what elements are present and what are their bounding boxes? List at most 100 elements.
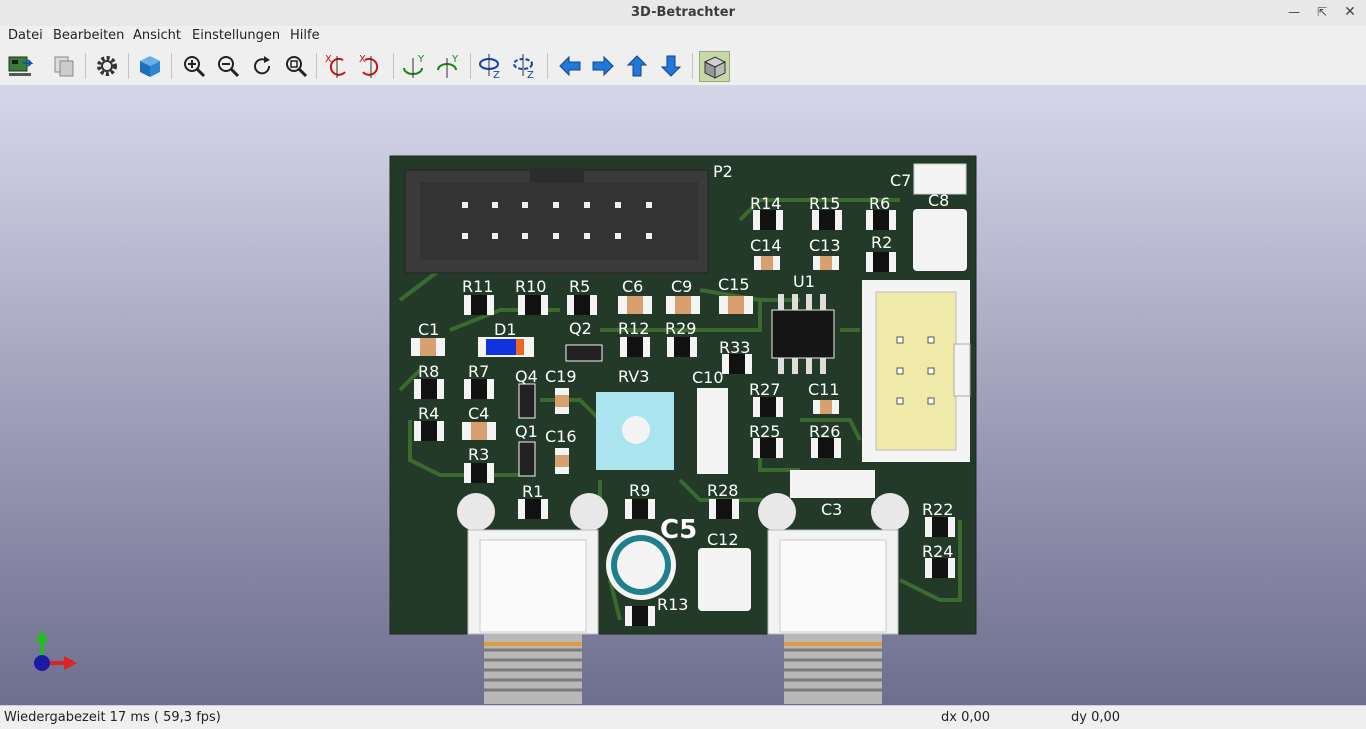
label-c15: C15 bbox=[718, 275, 750, 294]
menu-ansicht[interactable]: Ansicht bbox=[133, 28, 181, 43]
label-r33: R33 bbox=[719, 338, 750, 357]
capacitor-c12 bbox=[698, 548, 751, 611]
transistor-q1 bbox=[518, 441, 536, 477]
move-up-button[interactable] bbox=[622, 51, 652, 81]
toolbar-separator bbox=[128, 53, 129, 79]
label-c13: C13 bbox=[809, 236, 841, 255]
capacitor-c7 bbox=[913, 163, 967, 195]
rotate-y-cw-button[interactable]: Y bbox=[399, 51, 429, 81]
zoom-fit-button[interactable] bbox=[281, 51, 311, 81]
label-c6: C6 bbox=[622, 277, 643, 296]
raytrace-button[interactable] bbox=[135, 51, 165, 81]
dy-status: dy 0,00 bbox=[1071, 710, 1121, 725]
label-c3: C3 bbox=[821, 500, 842, 519]
settings-button[interactable] bbox=[92, 51, 122, 81]
label-c5: C5 bbox=[660, 515, 697, 545]
svg-text:Z: Z bbox=[493, 70, 500, 80]
label-r11: R11 bbox=[462, 277, 493, 296]
capacitor-c5-top bbox=[617, 541, 665, 589]
label-r14: R14 bbox=[750, 194, 781, 213]
cube-outline-icon bbox=[703, 55, 726, 79]
label-r1: R1 bbox=[522, 482, 543, 501]
label-r26: R26 bbox=[809, 422, 840, 441]
toolbar-separator bbox=[316, 53, 317, 79]
arrow-down-icon bbox=[660, 55, 682, 77]
copy-image-button[interactable] bbox=[49, 51, 79, 81]
move-down-button[interactable] bbox=[656, 51, 686, 81]
toolbar-separator bbox=[470, 53, 471, 79]
close-button[interactable]: ✕ bbox=[1340, 3, 1360, 21]
axis-gizmo bbox=[34, 630, 77, 671]
label-p2: P2 bbox=[713, 162, 733, 181]
arrow-up-icon bbox=[626, 55, 648, 77]
isp-header-key bbox=[953, 343, 971, 397]
menu-hilfe[interactable]: Hilfe bbox=[290, 28, 320, 43]
board-refresh-icon bbox=[8, 56, 33, 76]
label-q1: Q1 bbox=[515, 422, 538, 441]
label-r15: R15 bbox=[809, 194, 840, 213]
label-c1: C1 bbox=[418, 320, 439, 339]
zoom-out-icon bbox=[218, 56, 240, 78]
svg-text:Y: Y bbox=[417, 54, 425, 65]
rotate-z-cw-button[interactable]: Z bbox=[476, 51, 506, 81]
label-r5: R5 bbox=[569, 277, 590, 296]
minimize-button[interactable]: — bbox=[1284, 3, 1304, 21]
reload-board-button[interactable] bbox=[5, 51, 35, 81]
label-r27: R27 bbox=[749, 380, 780, 399]
maximize-button[interactable]: ⇱ bbox=[1312, 3, 1332, 21]
pcb-render: P2 C7 C8 R14 R15 R6 C14 C13 R2 R11 R10 R… bbox=[34, 155, 977, 704]
trimmer-rv3-knob bbox=[622, 416, 650, 444]
toolbar: X X Y Y Z Z bbox=[0, 47, 1366, 86]
zoom-in-icon bbox=[184, 56, 206, 78]
zoom-fit-icon bbox=[286, 56, 308, 78]
refresh-icon bbox=[254, 56, 271, 75]
label-rv3: RV3 bbox=[618, 367, 649, 386]
toolbar-separator bbox=[547, 53, 548, 79]
cube-icon bbox=[140, 56, 160, 77]
svg-text:Y: Y bbox=[451, 54, 459, 65]
redraw-button[interactable] bbox=[247, 51, 277, 81]
svg-text:Z: Z bbox=[527, 70, 534, 80]
rotate-y-ccw-button[interactable]: Y bbox=[433, 51, 463, 81]
gear-icon bbox=[97, 56, 117, 76]
arrow-right-icon bbox=[592, 55, 614, 77]
zoom-in-button[interactable] bbox=[179, 51, 209, 81]
label-c14: C14 bbox=[750, 236, 782, 255]
label-r29: R29 bbox=[665, 319, 696, 338]
isp-header-shroud bbox=[875, 291, 957, 451]
rotate-z-icon: Z bbox=[513, 54, 534, 80]
label-u1: U1 bbox=[793, 272, 815, 291]
menu-bar: Datei Bearbeiten Ansicht Einstellungen H… bbox=[0, 26, 1366, 47]
label-r12: R12 bbox=[618, 319, 649, 338]
label-r10: R10 bbox=[515, 277, 546, 296]
window-title: 3D-Betrachter bbox=[631, 5, 735, 20]
3d-viewport[interactable]: P2 C7 C8 R14 R15 R6 C14 C13 R2 R11 R10 R… bbox=[0, 85, 1366, 705]
label-r3: R3 bbox=[468, 445, 489, 464]
zoom-out-button[interactable] bbox=[213, 51, 243, 81]
rotate-x-icon: X bbox=[325, 54, 346, 78]
label-c16: C16 bbox=[545, 427, 577, 446]
label-r9: R9 bbox=[629, 481, 650, 500]
rotate-z-ccw-button[interactable]: Z bbox=[510, 51, 540, 81]
menu-datei[interactable]: Datei bbox=[8, 28, 43, 43]
ortho-toggle-button[interactable] bbox=[699, 51, 730, 82]
menu-bearbeiten[interactable]: Bearbeiten bbox=[53, 28, 124, 43]
label-r25: R25 bbox=[749, 422, 780, 441]
label-c8: C8 bbox=[928, 191, 949, 210]
move-left-button[interactable] bbox=[555, 51, 585, 81]
toolbar-separator bbox=[393, 53, 394, 79]
rotate-x-cw-button[interactable]: X bbox=[322, 51, 352, 81]
diode-d1-body bbox=[486, 339, 516, 355]
label-q4: Q4 bbox=[515, 367, 538, 386]
toolbar-separator bbox=[692, 53, 693, 79]
label-c10: C10 bbox=[692, 368, 724, 387]
rotate-y-icon: Y bbox=[437, 54, 459, 78]
move-right-button[interactable] bbox=[588, 51, 618, 81]
label-c12: C12 bbox=[707, 530, 739, 549]
rotate-x-ccw-button[interactable]: X bbox=[356, 51, 386, 81]
rotate-z-icon: Z bbox=[479, 54, 500, 80]
label-c4: C4 bbox=[468, 404, 489, 423]
menu-einstellungen[interactable]: Einstellungen bbox=[192, 28, 280, 43]
toolbar-separator bbox=[85, 53, 86, 79]
transistor-q4 bbox=[518, 383, 536, 419]
